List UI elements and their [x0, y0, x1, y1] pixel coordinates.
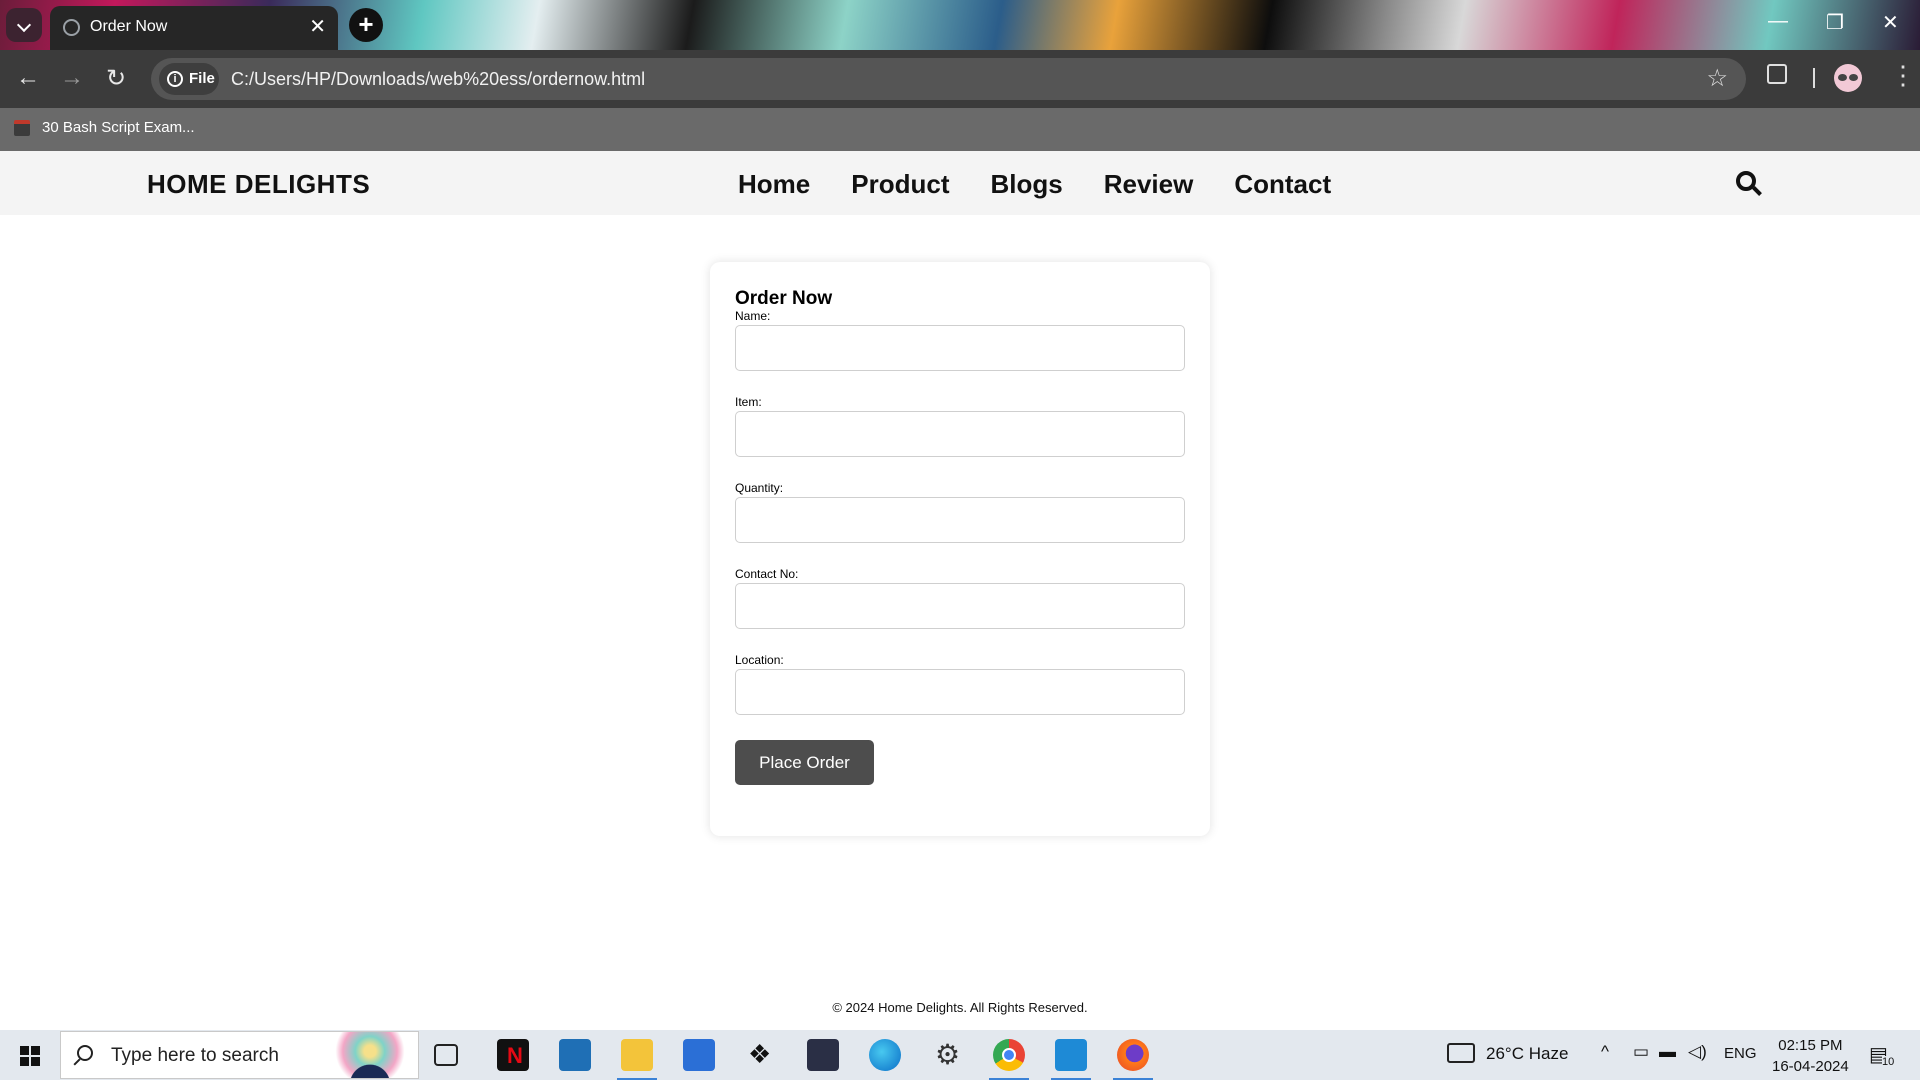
location-field-group: Location: [735, 653, 1185, 715]
footer-copyright: © 2024 Home Delights. All Rights Reserve… [832, 1000, 1088, 1015]
main-nav: Home Product Blogs Review Contact [738, 169, 1331, 200]
profile-avatar[interactable] [1834, 64, 1862, 92]
new-tab-button[interactable]: + [349, 8, 383, 42]
url-text[interactable]: C:/Users/HP/Downloads/web%20ess/ordernow… [231, 69, 645, 90]
extensions-icon[interactable] [1767, 64, 1787, 84]
site-info-chip[interactable]: i File [159, 63, 219, 95]
browser-tab[interactable]: Order Now ✕ [50, 6, 338, 50]
taskbar-search-box[interactable]: Type here to search [60, 1031, 419, 1079]
window-close-icon[interactable]: ✕ [1882, 10, 1899, 35]
search-highlight-image [330, 1032, 410, 1078]
battery-icon[interactable]: ▬ [1659, 1042, 1676, 1062]
bookmark-favicon-icon [14, 120, 30, 136]
tray-chevron-icon[interactable]: ^ [1601, 1042, 1609, 1062]
prime-video-icon[interactable] [559, 1039, 591, 1071]
windows-taskbar: Type here to search N ❖ ⚙ 26°C Haze ^ ▭ … [0, 1030, 1920, 1080]
vscode-icon[interactable] [1051, 1039, 1091, 1080]
microsoft-store-icon[interactable] [683, 1039, 715, 1071]
volume-icon[interactable]: ◁) [1688, 1042, 1707, 1062]
location-input[interactable] [735, 669, 1185, 715]
nav-home[interactable]: Home [738, 169, 810, 200]
powershell-icon[interactable] [807, 1039, 839, 1071]
notification-count: 10 [1882, 1056, 1895, 1068]
bookmark-item[interactable]: 30 Bash Script Exam... [42, 119, 195, 136]
site-info-label: File [189, 70, 215, 87]
bookmarks-bar: 30 Bash Script Exam... [0, 108, 1920, 151]
browser-tab-strip: Order Now ✕ + — ❐ ✕ [0, 0, 1920, 50]
settings-gear-icon[interactable]: ⚙ [931, 1039, 963, 1071]
clock-date: 16-04-2024 [1772, 1058, 1849, 1075]
contact-field-group: Contact No: [735, 567, 1185, 629]
item-input[interactable] [735, 411, 1185, 457]
name-field-group: Name: [735, 309, 1185, 371]
search-icon [77, 1045, 93, 1061]
item-field-group: Item: [735, 395, 1185, 457]
quantity-label: Quantity: [735, 481, 784, 495]
form-title: Order Now [735, 288, 833, 309]
toolbar-divider [1813, 68, 1815, 88]
browser-toolbar: ← → ↻ i File C:/Users/HP/Downloads/web%2… [0, 50, 1920, 108]
restore-icon[interactable]: ❐ [1826, 10, 1844, 35]
firefox-icon[interactable] [1113, 1039, 1153, 1080]
reload-icon[interactable]: ↻ [106, 64, 126, 93]
minimize-icon[interactable]: — [1768, 10, 1788, 33]
edge-icon[interactable] [869, 1039, 901, 1071]
contact-label: Contact No: [735, 567, 799, 581]
task-view-icon[interactable] [434, 1044, 458, 1066]
netflix-icon[interactable]: N [497, 1039, 529, 1071]
nav-review[interactable]: Review [1104, 169, 1194, 200]
clock-time: 02:15 PM [1778, 1037, 1843, 1054]
place-order-button[interactable]: Place Order [735, 740, 874, 785]
globe-icon [63, 19, 80, 36]
file-explorer-icon[interactable] [617, 1039, 657, 1080]
name-label: Name: [735, 309, 771, 323]
site-logo[interactable]: HOME DELIGHTS [147, 169, 370, 200]
nav-product[interactable]: Product [851, 169, 949, 200]
item-label: Item: [735, 395, 762, 409]
bookmark-star-icon[interactable]: ☆ [1706, 64, 1728, 93]
order-form-card: Order Now Name: Item: Quantity: Contact … [710, 262, 1210, 836]
info-icon: i [167, 71, 183, 87]
quantity-field-group: Quantity: [735, 481, 1185, 543]
forward-icon[interactable]: → [60, 64, 84, 92]
tab-title: Order Now [90, 18, 168, 35]
close-tab-icon[interactable]: ✕ [309, 14, 326, 39]
back-icon[interactable]: ← [16, 64, 40, 92]
chrome-icon[interactable] [989, 1039, 1029, 1080]
nav-blogs[interactable]: Blogs [990, 169, 1062, 200]
network-icon[interactable]: ▭ [1633, 1042, 1649, 1062]
language-indicator[interactable]: ENG [1724, 1045, 1757, 1062]
browser-menu-icon[interactable]: ⋮ [1890, 60, 1916, 90]
site-navbar: HOME DELIGHTS Home Product Blogs Review … [0, 151, 1920, 215]
quantity-input[interactable] [735, 497, 1185, 543]
search-icon[interactable] [1734, 169, 1764, 199]
windows-start-icon[interactable] [20, 1046, 40, 1066]
weather-icon [1447, 1043, 1475, 1063]
name-input[interactable] [735, 325, 1185, 371]
clock[interactable]: 02:15 PM 16-04-2024 [1772, 1035, 1849, 1077]
contact-input[interactable] [735, 583, 1185, 629]
tab-search-button[interactable] [6, 8, 42, 42]
nav-contact[interactable]: Contact [1234, 169, 1331, 200]
taskbar-search-placeholder: Type here to search [111, 1045, 279, 1066]
weather-text[interactable]: 26°C Haze [1486, 1044, 1568, 1064]
address-bar[interactable]: i File C:/Users/HP/Downloads/web%20ess/o… [151, 58, 1746, 100]
dropbox-icon[interactable]: ❖ [745, 1039, 777, 1071]
location-label: Location: [735, 653, 784, 667]
